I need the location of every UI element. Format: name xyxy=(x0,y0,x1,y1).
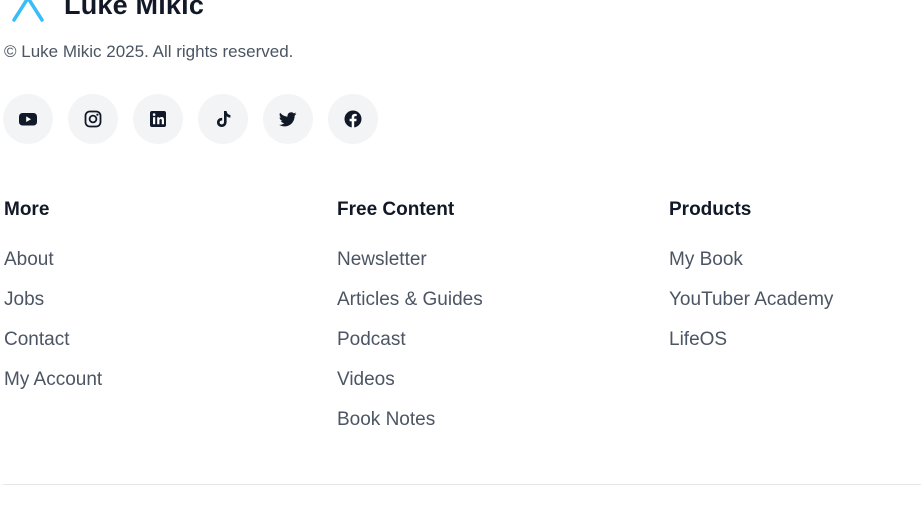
footer-link-jobs[interactable]: Jobs xyxy=(4,288,102,328)
column-heading: Products xyxy=(669,199,752,220)
footer-link-newsletter[interactable]: Newsletter xyxy=(337,248,483,288)
footer-link-podcast[interactable]: Podcast xyxy=(337,328,483,368)
footer-link-lifeos[interactable]: LifeOS xyxy=(669,328,833,368)
footer-link-contact[interactable]: Contact xyxy=(4,328,102,368)
footer-column-more: More About Jobs Contact My Account xyxy=(4,198,102,408)
youtube-link[interactable] xyxy=(3,94,53,144)
facebook-link[interactable] xyxy=(328,94,378,144)
footer-link-my-account[interactable]: My Account xyxy=(4,368,102,408)
link-list: Newsletter Articles & Guides Podcast Vid… xyxy=(337,248,483,448)
tiktok-icon xyxy=(217,111,231,127)
twitter-link[interactable] xyxy=(263,94,313,144)
brand-link[interactable]: Luke Mikic xyxy=(8,0,204,22)
facebook-icon xyxy=(344,110,362,128)
youtube-icon xyxy=(19,113,37,126)
instagram-link[interactable] xyxy=(68,94,118,144)
link-list: About Jobs Contact My Account xyxy=(4,248,102,408)
tiktok-link[interactable] xyxy=(198,94,248,144)
footer-divider xyxy=(3,484,921,485)
social-links xyxy=(3,94,378,144)
linkedin-icon xyxy=(150,111,166,127)
link-list: My Book YouTuber Academy LifeOS xyxy=(669,248,833,368)
footer-link-videos[interactable]: Videos xyxy=(337,368,483,408)
footer-link-my-book[interactable]: My Book xyxy=(669,248,833,288)
footer-link-articles-guides[interactable]: Articles & Guides xyxy=(337,288,483,328)
site-footer: Luke Mikic © Luke Mikic 2025. All rights… xyxy=(3,0,921,509)
x-chevron-logo-icon xyxy=(12,0,44,22)
linkedin-link[interactable] xyxy=(133,94,183,144)
footer-link-youtuber-academy[interactable]: YouTuber Academy xyxy=(669,288,833,328)
footer-column-free-content: Free Content Newsletter Articles & Guide… xyxy=(337,198,483,448)
copyright-text: © Luke Mikic 2025. All rights reserved. xyxy=(4,42,294,61)
instagram-icon xyxy=(84,110,102,128)
column-heading: Free Content xyxy=(337,199,455,220)
twitter-icon xyxy=(278,112,297,127)
footer-link-book-notes[interactable]: Book Notes xyxy=(337,408,483,448)
footer-link-about[interactable]: About xyxy=(4,248,102,288)
column-heading: More xyxy=(4,199,50,220)
brand-name: Luke Mikic xyxy=(64,0,205,20)
footer-column-products: Products My Book YouTuber Academy LifeOS xyxy=(669,198,833,368)
